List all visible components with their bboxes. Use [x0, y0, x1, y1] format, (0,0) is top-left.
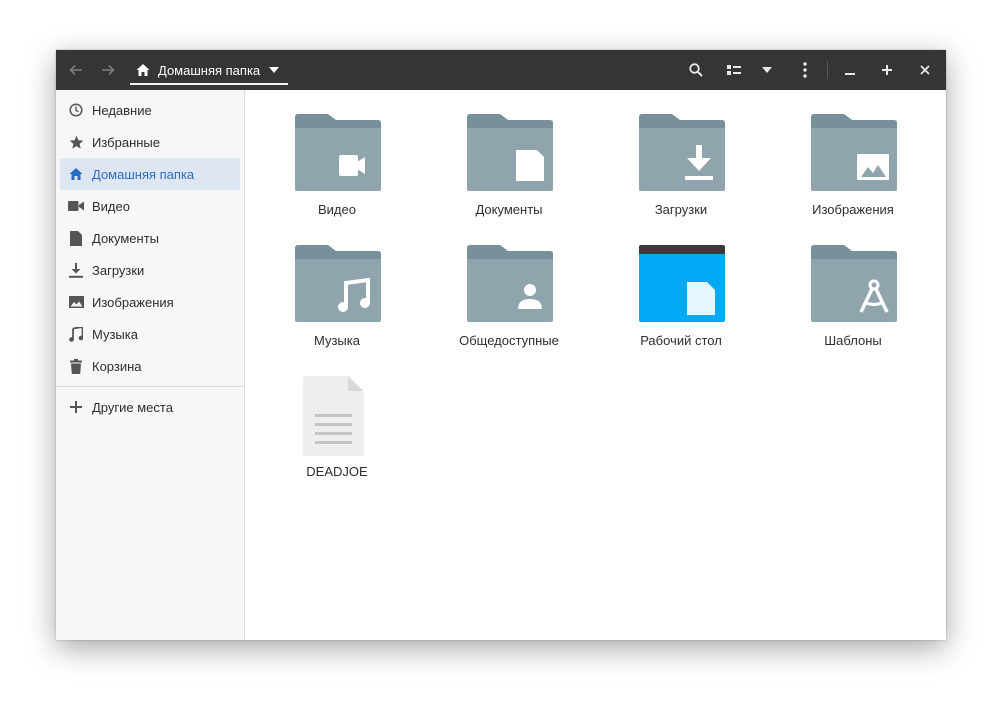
sidebar: Недавние Избранные Домашняя папка Видео … — [56, 90, 245, 640]
text-file-icon — [304, 376, 363, 456]
folder-pictures-icon — [811, 114, 897, 191]
file-name: Шаблоны — [824, 333, 882, 348]
sidebar-item-music[interactable]: Музыка — [60, 318, 240, 350]
sidebar-item-pictures[interactable]: Изображения — [60, 286, 240, 318]
sidebar-item-trash[interactable]: Корзина — [60, 350, 240, 382]
folder-downloads-icon — [639, 114, 725, 191]
menu-button[interactable] — [791, 56, 819, 84]
trash-icon — [68, 358, 84, 374]
arrow-left-icon — [69, 64, 82, 76]
file-item-desktop[interactable]: Рабочий стол — [606, 245, 756, 365]
back-button[interactable] — [62, 56, 90, 84]
star-icon — [68, 134, 84, 150]
file-item-documents[interactable]: Документы — [434, 114, 584, 234]
file-item-deadjoe[interactable]: DEADJOE — [262, 376, 412, 496]
search-button[interactable] — [682, 56, 710, 84]
file-item-pictures[interactable]: Изображения — [778, 114, 928, 234]
plus-icon — [68, 399, 84, 415]
file-name: Рабочий стол — [640, 333, 722, 348]
close-button[interactable] — [911, 56, 939, 84]
file-name: Изображения — [812, 202, 894, 217]
file-item-music[interactable]: Музыка — [262, 245, 412, 365]
sidebar-item-label: Документы — [92, 230, 160, 246]
sidebar-item-recent[interactable]: Недавние — [60, 94, 240, 126]
clock-icon — [68, 102, 84, 118]
folder-documents-icon — [467, 114, 553, 191]
file-name: Документы — [475, 202, 543, 217]
sidebar-item-documents[interactable]: Документы — [60, 222, 240, 254]
file-item-downloads[interactable]: Загрузки — [606, 114, 756, 234]
folder-music-icon — [295, 245, 381, 322]
sidebar-item-label: Избранные — [92, 134, 160, 150]
list-view-icon — [727, 65, 741, 75]
folder-templates-icon — [811, 245, 897, 322]
folder-public-icon — [467, 245, 553, 322]
sidebar-item-label: Недавние — [92, 102, 152, 118]
file-item-videos[interactable]: Видео — [262, 114, 412, 234]
minimize-icon — [845, 73, 855, 75]
maximize-button[interactable] — [873, 56, 901, 84]
folder-video-icon — [295, 114, 381, 191]
file-name: Загрузки — [654, 202, 708, 217]
sidebar-item-videos[interactable]: Видео — [60, 190, 240, 222]
path-bar-underline — [130, 83, 288, 85]
file-name: DEADJOE — [306, 464, 368, 479]
sidebar-item-label: Домашняя папка — [92, 166, 195, 182]
minimize-button[interactable] — [836, 56, 864, 84]
sidebar-item-label: Музыка — [92, 326, 138, 342]
path-bar-label: Домашняя папка — [158, 62, 261, 78]
sidebar-item-other-places[interactable]: Другие места — [60, 391, 240, 423]
header-bar: Домашняя папка — [56, 50, 946, 90]
video-camera-icon — [68, 198, 84, 214]
chevron-down-icon — [762, 67, 772, 73]
music-note-icon — [68, 326, 84, 342]
header-separator — [827, 61, 828, 79]
view-options-button[interactable] — [753, 56, 781, 84]
sidebar-item-label: Корзина — [92, 358, 142, 374]
sidebar-item-downloads[interactable]: Загрузки — [60, 254, 240, 286]
kebab-menu-icon — [803, 62, 807, 78]
file-name: Музыка — [314, 333, 360, 348]
path-bar-home[interactable]: Домашняя папка — [130, 50, 288, 90]
file-name: Общедоступные — [459, 333, 559, 348]
plus-icon — [882, 65, 892, 75]
home-icon — [68, 166, 84, 182]
document-icon — [68, 230, 84, 246]
forward-button[interactable] — [94, 56, 122, 84]
file-name: Видео — [318, 202, 356, 217]
home-icon — [136, 64, 150, 76]
search-icon — [689, 63, 703, 77]
file-manager-window: Домашняя папка Недавние Избранные Домашн… — [56, 50, 946, 640]
close-icon — [920, 65, 930, 75]
file-item-public[interactable]: Общедоступные — [434, 245, 584, 365]
folder-desktop-icon — [639, 245, 725, 322]
file-item-templates[interactable]: Шаблоны — [778, 245, 928, 365]
sidebar-item-label: Загрузки — [92, 262, 145, 278]
image-icon — [68, 294, 84, 310]
chevron-down-icon — [269, 67, 280, 73]
download-icon — [68, 262, 84, 278]
view-mode-button[interactable] — [720, 56, 748, 84]
sidebar-item-starred[interactable]: Избранные — [60, 126, 240, 158]
sidebar-item-home[interactable]: Домашняя папка — [60, 158, 240, 190]
sidebar-item-label: Видео — [92, 198, 130, 214]
sidebar-separator — [56, 386, 244, 387]
arrow-right-icon — [102, 64, 115, 76]
sidebar-item-label: Другие места — [92, 399, 173, 415]
file-grid: Видео Документы Загрузки Изображения Муз… — [245, 90, 946, 640]
sidebar-item-label: Изображения — [92, 294, 174, 310]
